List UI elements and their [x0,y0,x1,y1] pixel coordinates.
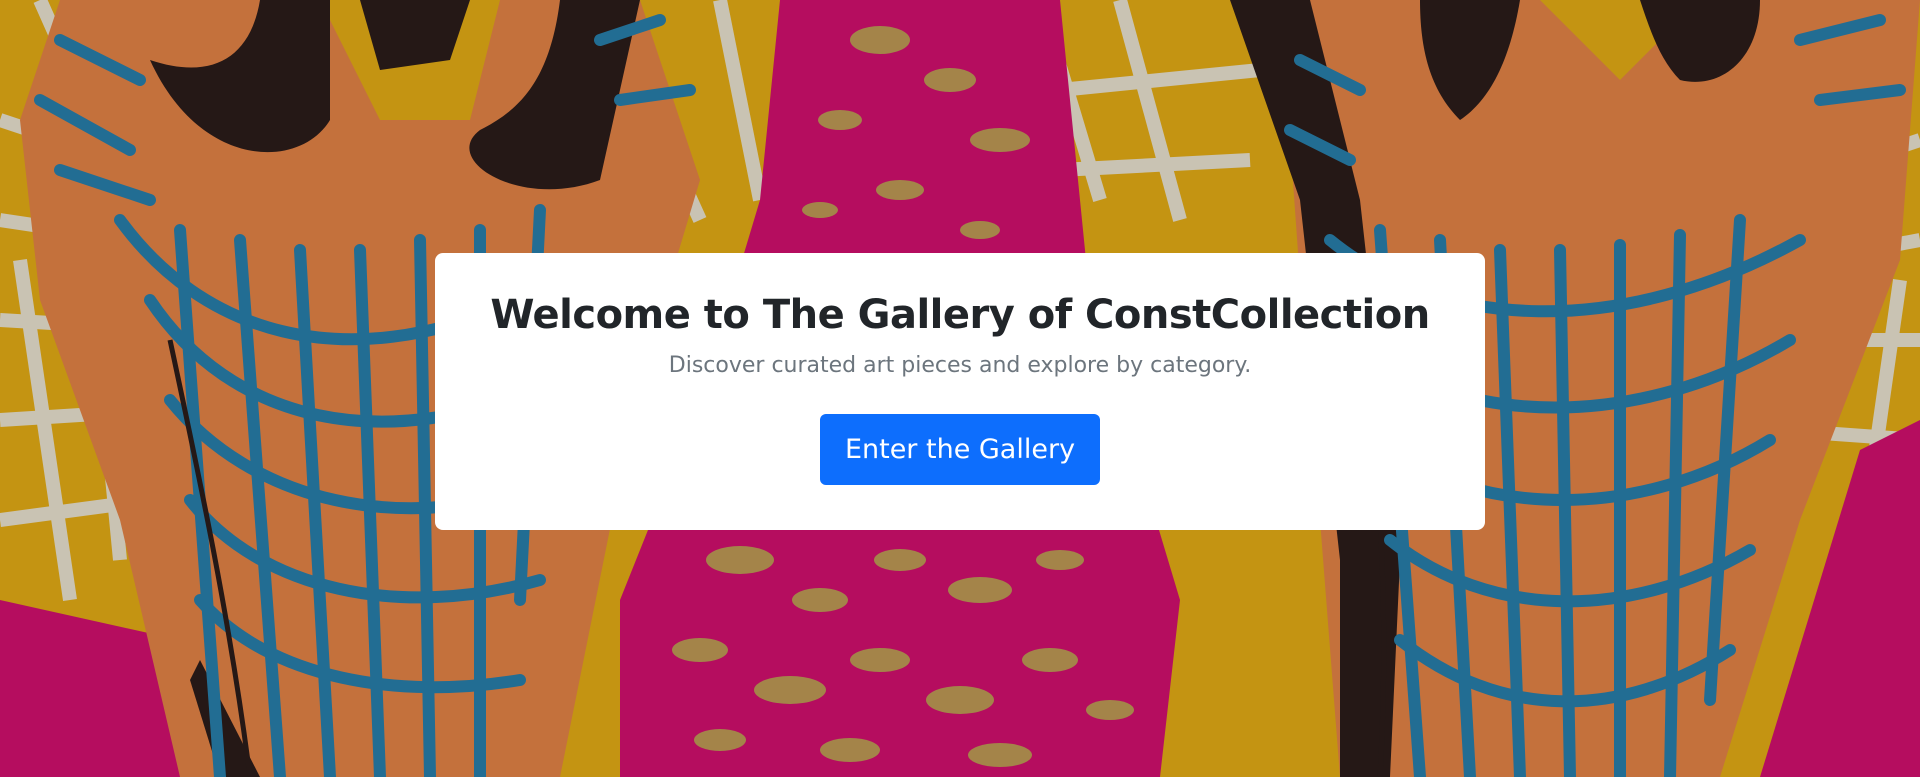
welcome-title: Welcome to The Gallery of ConstCollectio… [490,292,1430,338]
welcome-card: Welcome to The Gallery of ConstCollectio… [435,253,1485,530]
enter-gallery-button[interactable]: Enter the Gallery [819,414,1101,485]
welcome-subtitle: Discover curated art pieces and explore … [668,353,1252,378]
hero-section: Welcome to The Gallery of ConstCollectio… [0,0,1920,777]
